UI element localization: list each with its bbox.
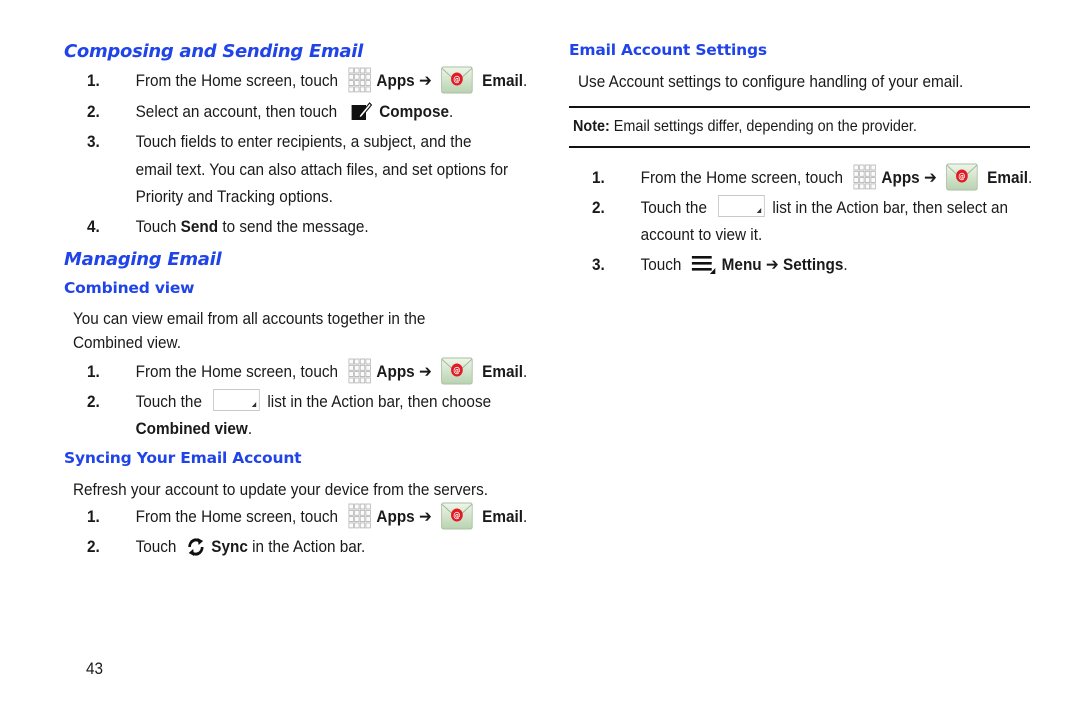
svg-text:@: @ [453, 74, 461, 83]
email-label: Email [482, 507, 523, 526]
email-envelope-icon: @ [441, 502, 473, 530]
syncing-intro: Refresh your account to update your devi… [73, 480, 489, 499]
menu-icon [691, 253, 716, 275]
svg-text:@: @ [958, 171, 966, 180]
step-text: Touch [135, 537, 181, 556]
step-text-line: Priority and Tracking options. [135, 187, 333, 206]
syncing-heading: Syncing Your Email Account [64, 449, 302, 467]
note-label: Note: [573, 118, 610, 135]
period: . [522, 71, 528, 90]
settings-label: Settings [782, 255, 844, 274]
period: . [448, 102, 454, 121]
sync-label: Sync [211, 537, 248, 556]
email-envelope-icon: @ [441, 357, 473, 385]
send-label: Send [180, 217, 219, 236]
email-label: Email [987, 168, 1028, 187]
email-envelope-icon: @ [441, 66, 473, 94]
email-label: Email [482, 71, 523, 90]
page-number: 43 [86, 659, 104, 678]
step-number: 1. [87, 71, 100, 90]
step-number: 3. [87, 132, 100, 151]
step-number: 2. [592, 198, 605, 217]
apps-grid-icon [348, 67, 371, 93]
intro-line: Combined view. [73, 333, 182, 352]
arrow-icon: ➔ [418, 71, 432, 90]
arrow-icon: ➔ [418, 362, 432, 381]
svg-text:@: @ [453, 365, 461, 374]
step-number: 1. [87, 362, 100, 381]
step-text: list in the Action bar, then choose [267, 392, 492, 411]
apps-label: Apps [376, 362, 415, 381]
note: Note: Email settings differ, depending o… [573, 115, 917, 139]
step-text: to send the message. [218, 217, 369, 236]
step-number: 2. [87, 537, 100, 556]
managing-heading: Managing Email [64, 249, 222, 270]
step-text: Touch [135, 217, 181, 236]
period: . [843, 255, 848, 274]
svg-text:@: @ [453, 510, 461, 519]
step-text: account to view it. [640, 225, 763, 244]
step-number: 4. [87, 217, 100, 236]
account-dropdown-icon [213, 388, 261, 411]
step-text-line: email text. You can also attach files, a… [135, 159, 509, 179]
composing-heading: Composing and Sending Email [64, 41, 363, 62]
combined-view-heading: Combined view [64, 279, 195, 297]
apps-label: Apps [376, 507, 415, 526]
menu-label: Menu [721, 255, 762, 274]
step-text: Touch the [135, 392, 207, 411]
account-dropdown-icon [718, 194, 766, 217]
step-text: list in the Action bar, then select an [772, 198, 1009, 217]
step-text: Touch [640, 255, 686, 274]
email-envelope-icon: @ [946, 163, 978, 191]
apps-grid-icon [853, 164, 876, 190]
email-label: Email [482, 362, 523, 381]
compose-label: Compose [379, 102, 449, 121]
step-number: 3. [592, 255, 605, 274]
step-number: 2. [87, 392, 100, 411]
step-number: 1. [592, 168, 605, 187]
step-number: 2. [87, 102, 100, 121]
note-bottom-divider [569, 146, 1030, 148]
apps-label: Apps [376, 71, 415, 90]
step-text: From the Home screen, touch [135, 362, 343, 381]
sync-icon [186, 536, 206, 558]
step-text-line: Touch fields to enter recipients, a subj… [135, 132, 472, 151]
settings-intro: Use Account settings to configure handli… [578, 72, 964, 91]
note-top-divider [569, 106, 1030, 108]
period: . [1027, 168, 1033, 187]
arrow-icon: ➔ [765, 255, 779, 274]
step-text: in the Action bar. [247, 537, 366, 556]
intro-line: You can view email from all accounts tog… [73, 309, 426, 328]
apps-grid-icon [348, 503, 371, 529]
combined-view-label: Combined view [135, 419, 248, 438]
email-account-settings-heading: Email Account Settings [569, 41, 767, 59]
step-text: Select an account, then touch [135, 102, 342, 121]
apps-grid-icon [348, 358, 371, 384]
arrow-icon: ➔ [923, 168, 937, 187]
period: . [247, 419, 253, 438]
step-number: 1. [87, 507, 100, 526]
combined-view-intro: You can view email from all accounts tog… [73, 307, 425, 355]
apps-label: Apps [881, 168, 920, 187]
step-text: From the Home screen, touch [135, 507, 343, 526]
compose-icon [350, 101, 372, 121]
step-text: From the Home screen, touch [135, 71, 343, 90]
period: . [522, 507, 528, 526]
note-text: Email settings differ, depending on the … [609, 118, 917, 135]
step-text: Touch the [640, 198, 712, 217]
step-text: From the Home screen, touch [640, 168, 848, 187]
arrow-icon: ➔ [418, 507, 432, 526]
period: . [522, 362, 528, 381]
